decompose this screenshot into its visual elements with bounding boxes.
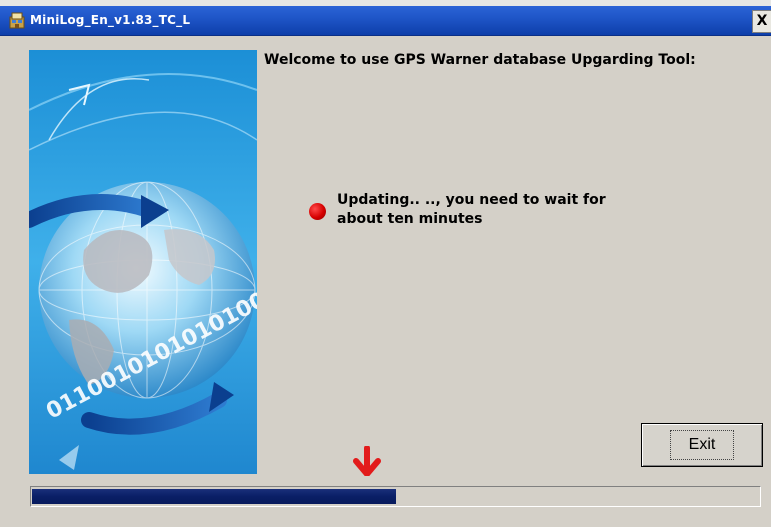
status-indicator-icon	[309, 203, 326, 220]
app-icon	[9, 12, 25, 29]
window-title: MiniLog_En_v1.83_TC_L	[30, 13, 191, 27]
progress-bar-fill	[32, 489, 396, 504]
title-bar[interactable]: MiniLog_En_v1.83_TC_L X	[0, 6, 771, 36]
down-arrow-icon	[353, 446, 381, 476]
installer-window: MiniLog_En_v1.83_TC_L X Welcome to use G…	[0, 6, 771, 527]
exit-button-label: Exit	[669, 430, 735, 460]
close-button[interactable]: X	[752, 10, 771, 33]
welcome-heading: Welcome to use GPS Warner database Upgar…	[264, 52, 696, 68]
status-line-1: Updating.. .., you need to wait for	[337, 192, 606, 208]
globe-banner-image: 01100101010101001011	[29, 50, 257, 474]
exit-button[interactable]: Exit	[641, 423, 763, 467]
status-message: Updating.. .., you need to wait for abou…	[337, 191, 637, 229]
progress-bar	[30, 486, 761, 507]
status-line-2: about ten minutes	[337, 211, 483, 227]
